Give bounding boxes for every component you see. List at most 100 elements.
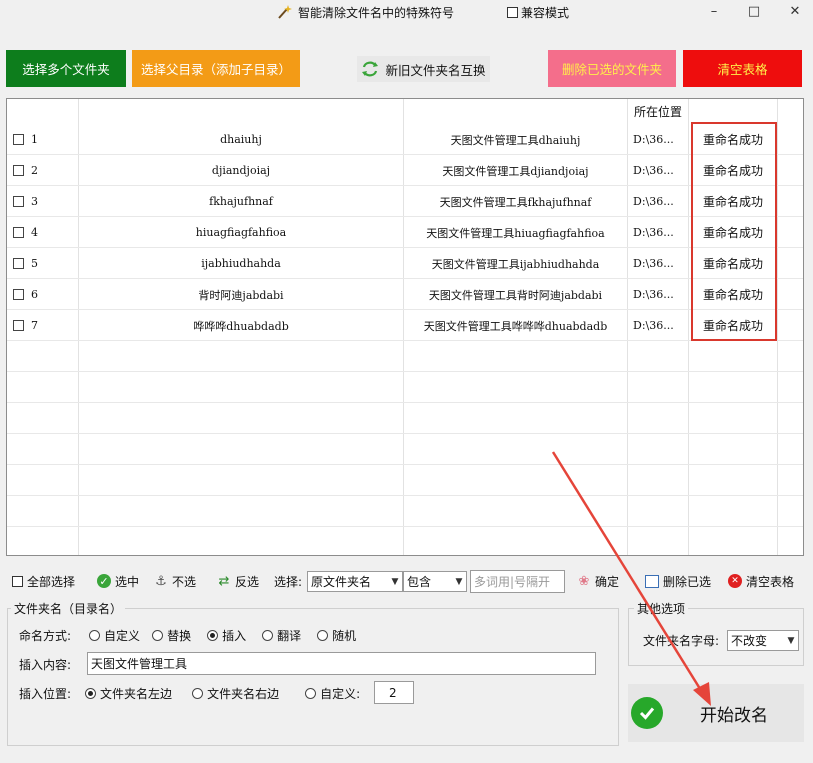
select-all-label: 全部选择 — [27, 574, 76, 589]
column-header-location[interactable]: 所在位置 — [628, 99, 688, 123]
unselect-button[interactable]: ⚓ 不选 — [154, 568, 196, 594]
naming-radio-custom[interactable] — [89, 629, 101, 641]
window-delete-icon — [645, 574, 659, 588]
naming-radio-insert[interactable] — [207, 629, 219, 641]
select-all-check-box[interactable] — [12, 575, 23, 587]
location-cell: D:\36... — [633, 288, 674, 301]
position-radio-custom[interactable] — [305, 687, 317, 699]
row-checkbox[interactable] — [13, 320, 24, 331]
naming-radio-random[interactable] — [317, 629, 329, 641]
insert-content-label: 插入内容: — [19, 657, 72, 672]
original-name-cell: 哗哗哗dhuabdadb — [193, 319, 289, 333]
naming-option-label: 插入 — [222, 628, 247, 643]
choose-label: 选择: — [274, 574, 303, 589]
table-row[interactable]: 5 — [7, 248, 78, 279]
new-name-cell: 天图文件管理工具背时阿迪jabdabi — [428, 288, 603, 302]
invert-label: 反选 — [235, 574, 260, 589]
field-select[interactable]: 原文件夹名 ▼ — [307, 571, 403, 592]
naming-method-label: 命名方式: — [19, 628, 72, 643]
start-rename-label: 开始改名 — [700, 705, 768, 726]
swap-names-button[interactable]: 新旧文件夹名互换 — [357, 56, 490, 82]
letters-select[interactable]: 不改变 ▼ — [727, 630, 799, 651]
new-name-cell: 天图文件管理工具dhaiuhj — [450, 133, 581, 147]
row-checkbox[interactable] — [13, 289, 24, 300]
close-button[interactable]: ✕ — [774, 0, 813, 22]
table-row[interactable]: 7 — [7, 310, 78, 341]
minimize-button[interactable]: – — [693, 0, 735, 22]
start-rename-button[interactable]: 开始改名 — [628, 684, 804, 742]
anchor-icon: ⚓ — [155, 573, 167, 589]
check-circle-icon — [631, 697, 663, 729]
compat-mode-check-box[interactable] — [507, 6, 518, 18]
position-custom-input[interactable]: 2 — [374, 681, 414, 704]
field-select-value: 原文件夹名 — [311, 575, 372, 589]
chevron-down-icon: ▼ — [391, 576, 399, 587]
table-row[interactable]: 2 — [7, 155, 78, 186]
invert-arrows-icon: ⇄ — [218, 573, 230, 589]
table-row[interactable]: 6 — [7, 279, 78, 310]
select-folders-button[interactable]: 选择多个文件夹 — [6, 50, 126, 87]
position-radio-left[interactable] — [85, 687, 97, 699]
new-name-cell: 天图文件管理工具djiandjoiaj — [442, 164, 589, 178]
clear-table-button[interactable]: 清空表格 — [683, 50, 802, 87]
naming-option-label: 自定义 — [104, 628, 141, 643]
row-checkbox[interactable] — [13, 258, 24, 269]
original-name-cell: ijabhiudhahda — [201, 257, 281, 270]
table-row[interactable]: 1 — [7, 124, 78, 155]
naming-option-label: 替换 — [167, 628, 192, 643]
location-cell: D:\36... — [633, 195, 674, 208]
row-checkbox[interactable] — [13, 227, 24, 238]
delete-selected-label: 删除已选 — [663, 574, 712, 589]
original-name-cell: djiandjoiaj — [211, 164, 271, 177]
x-circle-icon: ✕ — [728, 574, 742, 588]
row-index: 4 — [31, 226, 38, 239]
row-checkbox[interactable] — [13, 196, 24, 207]
status-highlight-box — [691, 122, 777, 341]
letters-label: 文件夹名字母: — [643, 633, 720, 648]
compat-mode-checkbox[interactable]: 兼容模式 — [507, 2, 569, 22]
row-checkbox[interactable] — [13, 134, 24, 145]
keyword-input[interactable]: 多词用|号隔开 — [470, 570, 565, 593]
row-checkbox[interactable] — [13, 165, 24, 176]
confirm-button[interactable]: ❀ 确定 — [577, 568, 619, 594]
letters-select-value: 不改变 — [731, 634, 768, 648]
insert-content-input[interactable]: 天图文件管理工具 — [87, 652, 596, 675]
select-button[interactable]: ✓ 选中 — [97, 568, 139, 594]
position-right-label: 文件夹名右边 — [207, 686, 280, 701]
maximize-button[interactable]: □ — [733, 0, 775, 22]
row-index: 3 — [31, 195, 38, 208]
other-options-title: 其他选项 — [634, 600, 689, 617]
location-cell: D:\36... — [633, 257, 674, 270]
select-all-checkbox[interactable]: 全部选择 — [12, 568, 75, 594]
chevron-down-icon: ▼ — [455, 576, 463, 587]
check-circle-icon: ✓ — [97, 574, 111, 588]
position-radio-right[interactable] — [192, 687, 204, 699]
delete-selected-button[interactable]: 删除已选 — [645, 568, 711, 594]
file-table[interactable]: 所在位置 1 dhaiuhj 天图文件管理工具dhaiuhj D:\36... 重命名成… — [6, 98, 804, 556]
delete-selected-folders-button[interactable]: 删除已选的文件夹 — [548, 50, 676, 87]
row-index: 5 — [31, 257, 38, 270]
invert-button[interactable]: ⇄ 反选 — [217, 568, 259, 594]
new-name-cell: 天图文件管理工具fkhajufhnaf — [439, 195, 592, 209]
position-custom-label: 自定义: — [320, 686, 361, 701]
location-cell: D:\36... — [633, 319, 674, 332]
shell-icon: ❀ — [578, 573, 590, 589]
table-row[interactable]: 3 — [7, 186, 78, 217]
naming-radio-replace[interactable] — [152, 629, 164, 641]
original-name-cell: fkhajufhnaf — [209, 195, 273, 208]
table-row[interactable]: 4 — [7, 217, 78, 248]
naming-method-row: 命名方式: 自定义 替换 插入 翻译 随机 — [19, 626, 356, 644]
position-left-label: 文件夹名左边 — [100, 686, 173, 701]
new-name-cell: 天图文件管理工具hiuagfiagfahfioa — [426, 226, 605, 240]
original-name-cell: hiuagfiagfahfioa — [195, 226, 287, 239]
select-parent-dir-button[interactable]: 选择父目录（添加子目录） — [132, 50, 300, 87]
magic-wand-icon — [278, 5, 292, 19]
match-select[interactable]: 包含 ▼ — [403, 571, 467, 592]
clear-table-label: 清空表格 — [746, 574, 795, 589]
clear-table-small-button[interactable]: ✕ 清空表格 — [728, 568, 794, 594]
swap-arrows-icon — [362, 61, 379, 77]
naming-radio-translate[interactable] — [262, 629, 274, 641]
original-name-cell: 背时阿迪jabdabi — [198, 288, 284, 302]
location-cell: D:\36... — [633, 226, 674, 239]
compat-mode-label: 兼容模式 — [521, 5, 570, 20]
